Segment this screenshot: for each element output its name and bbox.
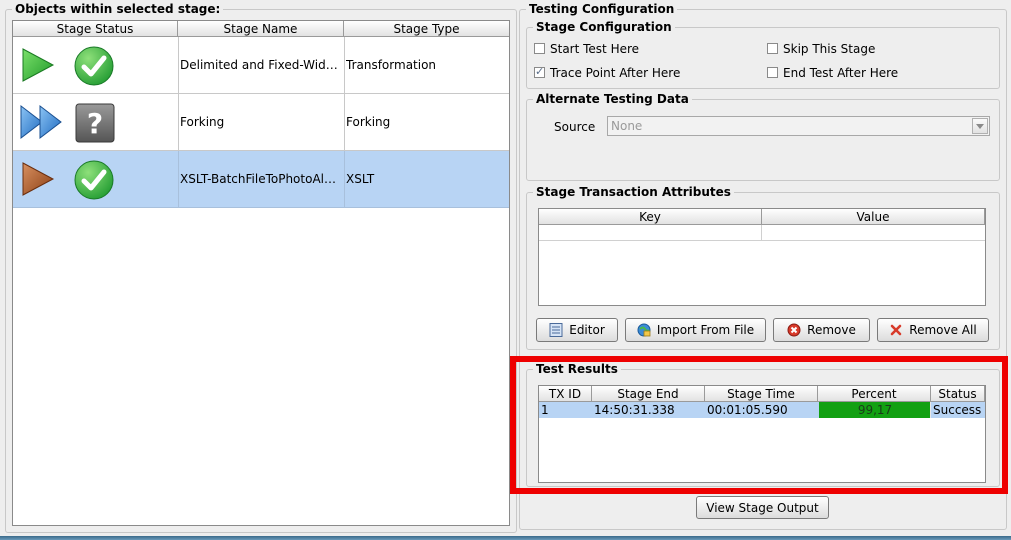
remove-all-button-label: Remove All <box>909 323 977 337</box>
col-stage-status[interactable]: Stage Status <box>13 21 178 37</box>
stage-objects-table: Stage Status Stage Name Stage Type Delim… <box>12 20 510 526</box>
testing-config-title: Testing Configuration <box>529 2 675 16</box>
alternate-data-title: Alternate Testing Data <box>536 92 689 106</box>
question-icon: ? <box>75 103 115 143</box>
editor-button[interactable]: Editor <box>536 318 618 342</box>
source-select[interactable]: None <box>607 116 990 136</box>
stage-type-cell: XSLT <box>346 172 375 186</box>
svg-text:?: ? <box>87 107 103 140</box>
col-value[interactable]: Value <box>762 209 985 225</box>
transaction-attrs-title: Stage Transaction Attributes <box>536 185 731 199</box>
table-row[interactable]: ? Forking Forking <box>13 94 509 151</box>
editor-button-label: Editor <box>569 323 605 337</box>
stage-name-cell: XSLT-BatchFileToPhotoAlbu... <box>180 172 342 186</box>
stage-config-title: Stage Configuration <box>536 20 672 34</box>
remove-icon <box>787 323 801 337</box>
table-row-selected[interactable]: XSLT-BatchFileToPhotoAlbu... XSLT <box>13 151 509 208</box>
stage-name-cell: Forking <box>180 115 225 129</box>
bottom-border <box>0 536 1011 540</box>
alternate-data-group: Alternate Testing Data <box>526 93 1000 181</box>
close-red-icon <box>890 324 902 336</box>
highlight-box <box>510 356 1008 494</box>
table-row[interactable] <box>539 225 985 241</box>
col-key[interactable]: Key <box>539 209 762 225</box>
stage-name-cell: Delimited and Fixed-Width F... <box>180 58 342 72</box>
import-from-file-button[interactable]: Import From File <box>625 318 766 342</box>
start-test-here-checkbox[interactable] <box>534 43 545 54</box>
col-stage-type[interactable]: Stage Type <box>344 21 509 37</box>
skip-this-stage-label[interactable]: Skip This Stage <box>783 42 875 56</box>
view-stage-output-label: View Stage Output <box>706 500 819 515</box>
check-icon <box>74 160 114 200</box>
skip-this-stage-checkbox[interactable] <box>767 43 778 54</box>
start-test-here-label[interactable]: Start Test Here <box>550 42 639 56</box>
fast-forward-blue-icon <box>20 104 62 140</box>
import-button-label: Import From File <box>656 323 755 337</box>
editor-icon <box>549 323 563 337</box>
source-value: None <box>611 119 643 133</box>
play-brown-icon <box>22 162 55 196</box>
stage-type-cell: Transformation <box>346 58 437 72</box>
play-green-icon <box>22 48 55 82</box>
remove-button-label: Remove <box>807 323 856 337</box>
table-row[interactable]: Delimited and Fixed-Width F... Transform… <box>13 37 509 94</box>
remove-button[interactable]: Remove <box>773 318 870 342</box>
stage-type-cell: Forking <box>346 115 391 129</box>
trace-point-after-here-checkbox[interactable] <box>534 65 545 78</box>
check-icon <box>74 46 114 86</box>
import-icon <box>637 323 651 337</box>
source-label: Source <box>554 120 596 134</box>
trace-point-after-here-label[interactable]: Trace Point After Here <box>550 66 680 80</box>
chevron-down-icon[interactable] <box>972 118 988 134</box>
end-test-after-here-label[interactable]: End Test After Here <box>783 66 898 80</box>
end-test-after-here-checkbox[interactable] <box>767 67 778 78</box>
view-stage-output-button[interactable]: View Stage Output <box>696 496 829 519</box>
objects-panel-title: Objects within selected stage: <box>15 2 221 16</box>
col-stage-name[interactable]: Stage Name <box>178 21 344 37</box>
transaction-attrs-table: Key Value <box>538 208 986 306</box>
remove-all-button[interactable]: Remove All <box>877 318 989 342</box>
